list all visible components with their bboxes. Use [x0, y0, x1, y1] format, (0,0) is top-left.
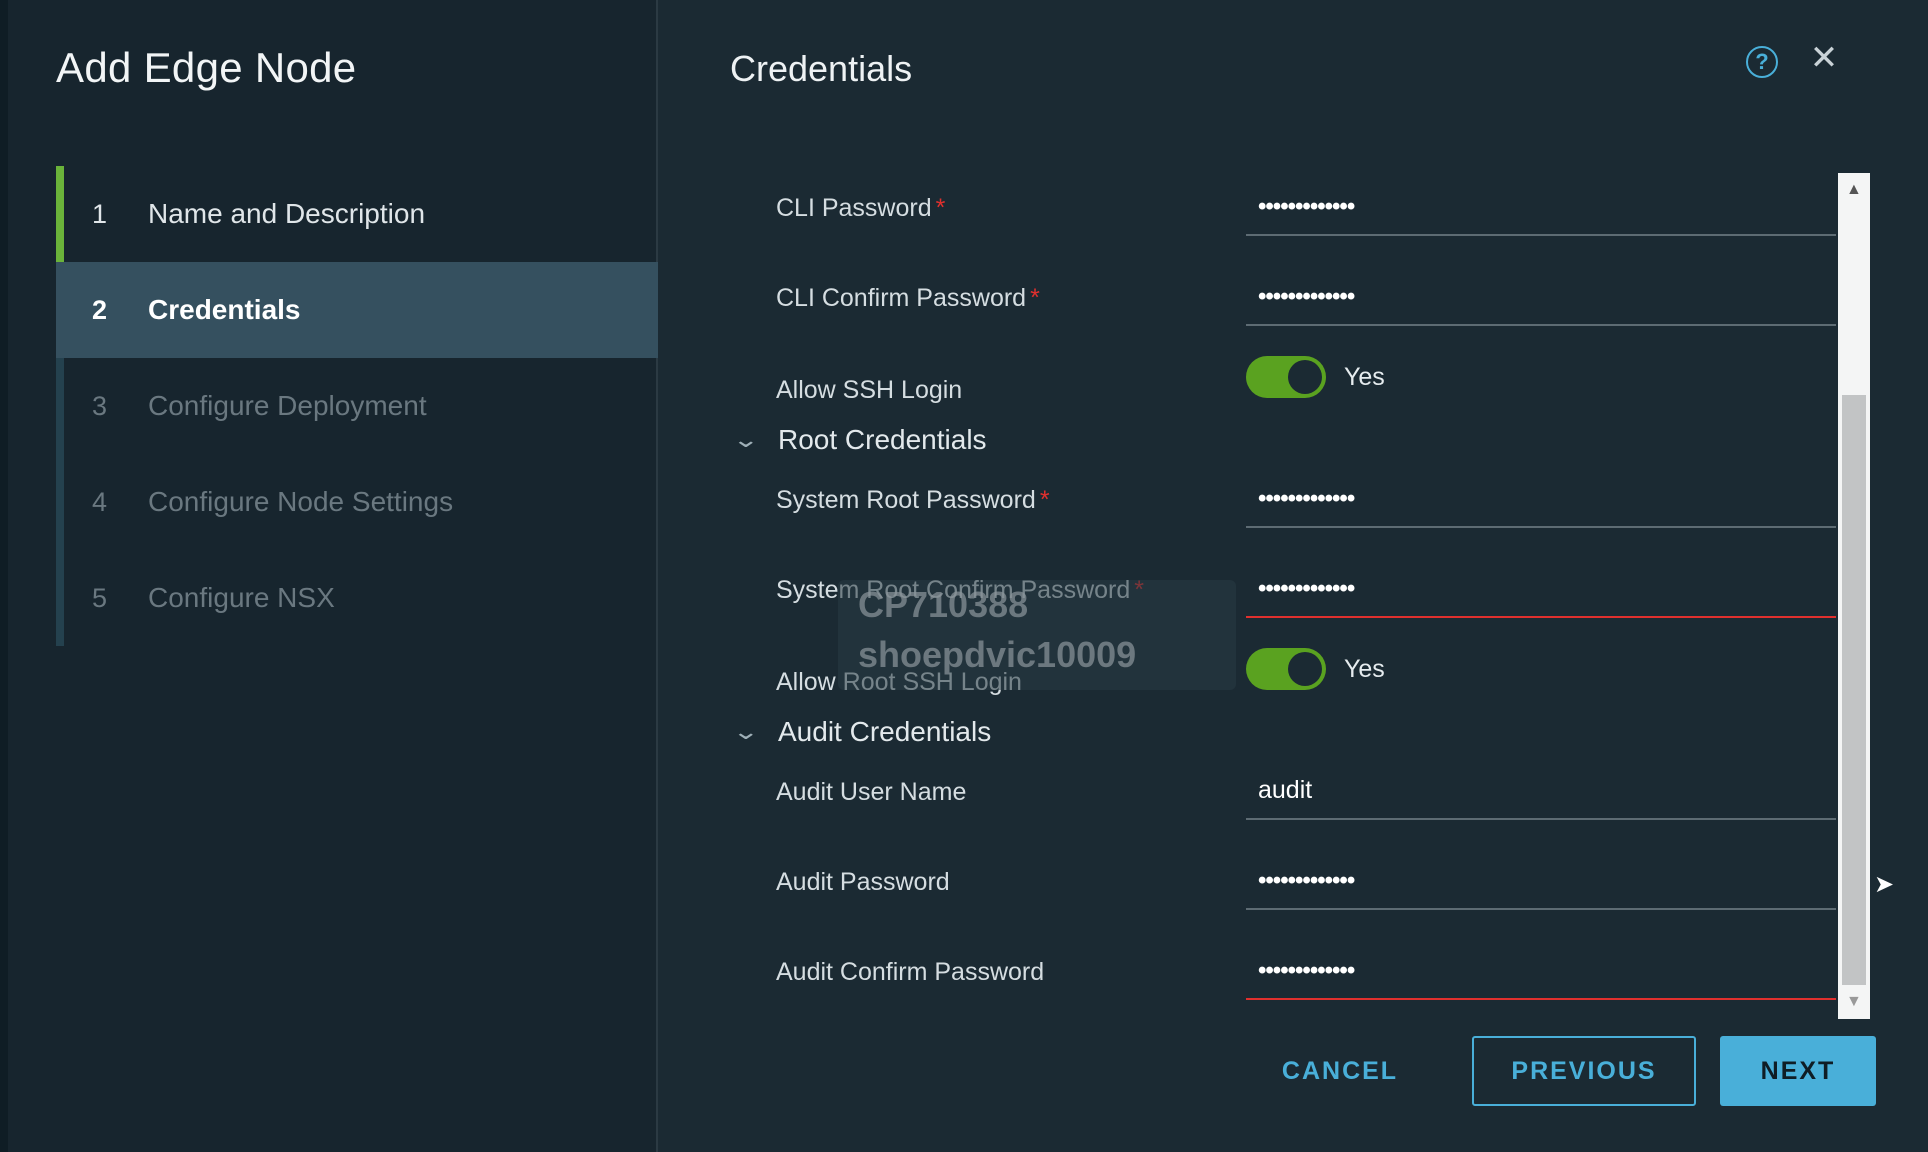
step-label: Name and Description	[148, 198, 426, 229]
audit-confirm-password-field[interactable]: •••••••••••••	[1246, 944, 1836, 1000]
audit-credentials-section[interactable]: ⌄ Audit Credentials	[732, 712, 992, 752]
chevron-down-icon: ⌄	[732, 719, 760, 744]
audit-user-name-field[interactable]: audit	[1246, 764, 1836, 820]
field-label: Audit Confirm Password	[776, 958, 1045, 986]
step-label: Configure Node Settings	[148, 486, 454, 517]
wizard-sidebar: Add Edge Node 1 Name and Description 2 C…	[8, 0, 660, 1152]
section-title: Root Credentials	[778, 424, 987, 455]
allow-root-ssh-login-toggle[interactable]: Yes	[1246, 648, 1385, 690]
system-root-confirm-password-field[interactable]: •••••••••••••	[1246, 562, 1836, 618]
audit-password-field[interactable]: •••••••••••••	[1246, 854, 1836, 910]
mouse-cursor-icon: ➤	[1874, 871, 1895, 898]
field-label: Audit User Name	[776, 778, 967, 806]
step-number: 5	[92, 582, 108, 613]
audit-password-row: Audit Password •••••••••••••	[658, 854, 1838, 924]
toggle-state: Yes	[1344, 654, 1385, 683]
audit-user-name-row: Audit User Name audit	[658, 764, 1838, 834]
toggle-state: Yes	[1344, 362, 1385, 391]
step-configure-deployment: 3 Configure Deployment	[56, 358, 660, 454]
content-pane: Credentials ? ✕ CLI Password * ••••••••••…	[658, 0, 1928, 1152]
step-name-and-description[interactable]: 1 Name and Description	[56, 166, 660, 262]
cli-confirm-password-row: CLI Confirm Password * •••••••••••••	[658, 270, 1838, 340]
required-marker: *	[935, 194, 946, 222]
allow-ssh-login-toggle[interactable]: Yes	[1246, 356, 1385, 398]
watermark-line: CP710388	[858, 584, 1029, 625]
step-number: 3	[92, 390, 108, 421]
field-label: Allow SSH Login	[776, 376, 963, 404]
step-credentials[interactable]: 2 Credentials	[56, 262, 660, 358]
system-root-password-row: System Root Password * •••••••••••••	[658, 472, 1838, 542]
help-icon[interactable]: ?	[1746, 46, 1778, 78]
required-marker: *	[1039, 486, 1050, 514]
step-label: Configure Deployment	[148, 390, 427, 421]
scrollbar-thumb[interactable]	[1842, 395, 1866, 985]
audit-confirm-password-row: Audit Confirm Password •••••••••••••	[658, 944, 1838, 1014]
root-credentials-section[interactable]: ⌄ Root Credentials	[732, 420, 987, 460]
system-root-confirm-password-row: System Root Confirm Password* ••••••••••…	[658, 562, 1838, 632]
previous-button[interactable]: PREVIOUS	[1472, 1036, 1696, 1106]
field-label: CLI Password *	[776, 194, 946, 222]
form-scrollbar[interactable]: ▲ ▼	[1838, 173, 1870, 1019]
step-configure-node-settings: 4 Configure Node Settings	[56, 454, 660, 550]
step-number: 1	[92, 198, 108, 229]
allow-root-ssh-login-row: Allow Root SSH Login Yes	[658, 646, 1838, 716]
cli-password-field[interactable]: •••••••••••••	[1246, 180, 1836, 236]
system-root-password-field[interactable]: •••••••••••••	[1246, 472, 1836, 528]
cli-confirm-password-field[interactable]: •••••••••••••	[1246, 270, 1836, 326]
step-label: Configure NSX	[148, 582, 335, 613]
cli-password-row: CLI Password * •••••••••••••	[658, 180, 1838, 250]
required-marker: *	[1030, 284, 1040, 312]
field-label: Audit Password	[776, 868, 950, 896]
step-number: 2	[92, 294, 108, 325]
scroll-down-arrow-icon[interactable]: ▼	[1846, 993, 1862, 1011]
scroll-up-arrow-icon[interactable]: ▲	[1846, 181, 1862, 199]
step-number: 4	[92, 486, 108, 517]
chevron-down-icon: ⌄	[732, 427, 760, 452]
allow-ssh-login-row: Allow SSH Login Yes	[658, 354, 1838, 424]
section-title: Audit Credentials	[778, 716, 992, 747]
close-icon[interactable]: ✕	[1806, 39, 1842, 77]
wizard-steps: 1 Name and Description 2 Credentials 3 C…	[56, 166, 660, 646]
field-label: CLI Confirm Password *	[776, 284, 1040, 312]
step-label: Credentials	[148, 294, 301, 325]
cancel-button[interactable]: CANCEL	[1278, 1036, 1402, 1106]
next-button[interactable]: NEXT	[1720, 1036, 1876, 1106]
credentials-form: CLI Password * ••••••••••••• CLI Confirm …	[658, 170, 1838, 1020]
step-configure-nsx: 5 Configure NSX	[56, 550, 660, 646]
watermark-line: shoepdvic10009	[858, 634, 1137, 675]
watermark-overlay: CP710388 shoepdvic10009	[838, 580, 1236, 690]
page-title: Credentials	[730, 48, 913, 89]
wizard-title: Add Edge Node	[56, 44, 357, 91]
field-label: System Root Password *	[776, 486, 1050, 514]
